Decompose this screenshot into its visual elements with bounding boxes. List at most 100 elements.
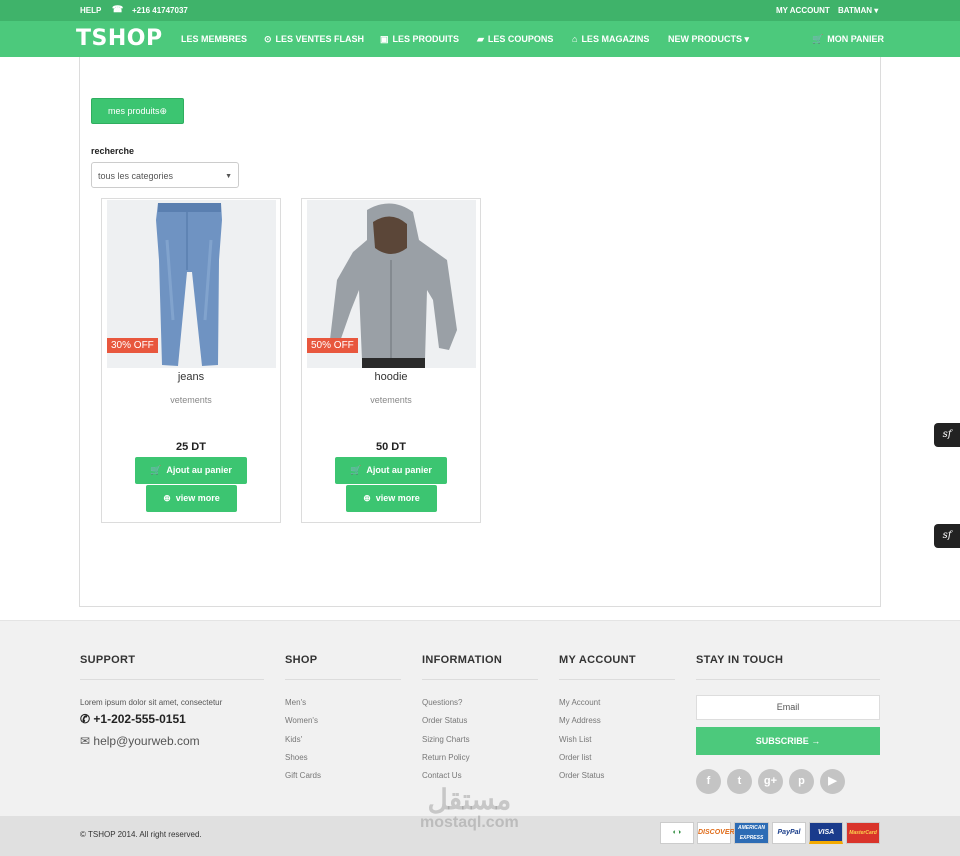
product-card: 50% OFF hoodie vetements 50 DT 🛒 Ajout a… bbox=[301, 198, 481, 523]
footer-link[interactable]: Shoes bbox=[285, 753, 321, 771]
box-icon: ▣ bbox=[380, 34, 389, 44]
footer-link[interactable]: Order Status bbox=[422, 716, 470, 734]
footer-stay-in-touch: STAY IN TOUCH Email SUBSCRIBE → f t g+ p… bbox=[696, 654, 880, 794]
zoom-icon: ⊕ bbox=[163, 493, 176, 503]
add-to-cart-label: Ajout au panier bbox=[166, 465, 232, 475]
nav-item-new-products[interactable]: NEW PRODUCTS ▾ bbox=[668, 34, 749, 45]
divider bbox=[80, 679, 264, 680]
product-name: hoodie bbox=[374, 371, 408, 383]
clock-icon: ⊙ bbox=[264, 34, 272, 44]
discount-badge: 30% OFF bbox=[107, 338, 158, 353]
category-select-value: tous les categories bbox=[98, 171, 174, 181]
nav-item-magazins[interactable]: ⌂ LES MAGAZINS bbox=[572, 34, 649, 44]
mastercard-icon: MasterCard bbox=[846, 822, 880, 844]
cart-icon: 🛒 bbox=[350, 465, 367, 475]
discount-badge: 50% OFF bbox=[307, 338, 358, 353]
nav-item-ventes-flash[interactable]: ⊙ LES VENTES FLASH bbox=[264, 34, 364, 45]
nav-item-label: NEW PRODUCTS ▾ bbox=[668, 34, 750, 44]
paypal-icon: PayPal bbox=[772, 822, 806, 844]
nav-item-produits[interactable]: ▣ LES PRODUITS bbox=[380, 34, 459, 45]
copyright: © TSHOP 2014. All right reserved. bbox=[80, 830, 202, 839]
symfony-toolbar-icon[interactable]: sf bbox=[934, 423, 960, 447]
nav-item-label: LES PRODUITS bbox=[392, 34, 460, 44]
nav-item-label: LES MAGAZINS bbox=[581, 34, 650, 44]
product-name: jeans bbox=[177, 371, 205, 383]
footer-information: INFORMATION Questions? Order Status Sizi… bbox=[422, 654, 538, 780]
support-email[interactable]: ✉ help@yourweb.com bbox=[80, 734, 200, 748]
phone-number: +216 41747037 bbox=[132, 6, 188, 15]
nav-item-label: LES COUPONS bbox=[487, 34, 554, 44]
watermark-arabic: مستقل bbox=[427, 784, 512, 815]
footer-link[interactable]: My Address bbox=[559, 716, 604, 734]
add-to-cart-label: Ajout au panier bbox=[366, 465, 432, 475]
footer-link[interactable]: Women's bbox=[285, 716, 321, 734]
envelope-icon: ✉ bbox=[80, 734, 94, 748]
product-image-jeans[interactable]: 30% OFF bbox=[107, 200, 276, 368]
help-link[interactable]: HELP bbox=[80, 6, 101, 15]
footer-link[interactable]: Men's bbox=[285, 698, 321, 716]
divider bbox=[285, 679, 401, 680]
product-category: vetements bbox=[370, 395, 412, 405]
nav-item-label: LES MEMBRES bbox=[181, 34, 248, 44]
footer-shop: SHOP Men's Women's Kids' Shoes Gift Card… bbox=[285, 654, 401, 780]
view-more-button[interactable]: ⊕ view more bbox=[146, 485, 237, 512]
nav-item-label: LES VENTES FLASH bbox=[275, 34, 365, 44]
view-more-label: view more bbox=[375, 493, 420, 503]
cart-icon: 🛒 bbox=[812, 34, 824, 44]
divider bbox=[422, 679, 538, 680]
view-more-button[interactable]: ⊕ view more bbox=[346, 485, 437, 512]
main-content: mes produits⊕ recherche tous les categor… bbox=[79, 57, 881, 607]
footer-link[interactable]: Order list bbox=[559, 753, 604, 771]
subscribe-button[interactable]: SUBSCRIBE → bbox=[696, 727, 880, 755]
ticket-icon: ▰ bbox=[477, 34, 484, 44]
zoom-icon: ⊕ bbox=[363, 493, 376, 503]
support-text: Lorem ipsum dolor sit amet, consectetur bbox=[80, 698, 223, 707]
footer-heading: MY ACCOUNT bbox=[559, 654, 636, 666]
footer-heading: INFORMATION bbox=[422, 654, 503, 666]
logo[interactable]: TSHOP bbox=[76, 26, 163, 51]
pinterest-icon[interactable]: p bbox=[789, 769, 814, 794]
category-select[interactable]: tous les categories ▼ bbox=[91, 162, 239, 188]
cart-icon: 🛒 bbox=[150, 465, 167, 475]
symfony-toolbar-icon[interactable]: sf bbox=[934, 524, 960, 548]
footer-heading: STAY IN TOUCH bbox=[696, 654, 784, 666]
footer-link[interactable]: Order Status bbox=[559, 771, 604, 789]
youtube-icon[interactable]: ▶ bbox=[820, 769, 845, 794]
footer-link[interactable]: My Account bbox=[559, 698, 604, 716]
home-icon: ⌂ bbox=[572, 34, 578, 44]
nav-item-coupons[interactable]: ▰ LES COUPONS bbox=[477, 34, 553, 45]
mes-produits-button[interactable]: mes produits⊕ bbox=[91, 98, 184, 124]
facebook-icon[interactable]: f bbox=[696, 769, 721, 794]
watermark: مستقل mostaql.com bbox=[420, 786, 519, 832]
footer-link[interactable]: Gift Cards bbox=[285, 771, 321, 789]
add-to-cart-button[interactable]: 🛒 Ajout au panier bbox=[335, 457, 447, 484]
footer-link[interactable]: Sizing Charts bbox=[422, 735, 470, 753]
phone-icon: ☎ bbox=[112, 4, 124, 14]
footer-link[interactable]: Return Policy bbox=[422, 753, 470, 771]
footer-heading: SHOP bbox=[285, 654, 318, 666]
nav-item-membres[interactable]: LES MEMBRES bbox=[181, 34, 247, 44]
top-bar: HELP ☎ +216 41747037 MY ACCOUNT BATMAN ▾ bbox=[0, 0, 960, 21]
caret-down-icon: ▼ bbox=[225, 173, 232, 180]
my-account-link[interactable]: MY ACCOUNT bbox=[776, 6, 830, 15]
footer-support: SUPPORT Lorem ipsum dolor sit amet, cons… bbox=[80, 654, 264, 748]
cart-link[interactable]: 🛒 MON PANIER bbox=[812, 34, 884, 45]
divider bbox=[696, 679, 880, 680]
watermark-url: mostaql.com bbox=[420, 814, 519, 831]
twitter-icon[interactable]: t bbox=[727, 769, 752, 794]
amex-icon: AMERICAN EXPRESS bbox=[734, 822, 769, 844]
product-price: 25 DT bbox=[176, 441, 206, 453]
footer-link[interactable]: Kids' bbox=[285, 735, 321, 753]
google-wallet-icon: ◐◑ bbox=[660, 822, 694, 844]
product-image-hoodie[interactable]: 50% OFF bbox=[307, 200, 476, 368]
user-menu[interactable]: BATMAN ▾ bbox=[838, 6, 878, 15]
add-to-cart-button[interactable]: 🛒 Ajout au panier bbox=[135, 457, 247, 484]
google-plus-icon[interactable]: g+ bbox=[758, 769, 783, 794]
search-label: recherche bbox=[91, 146, 135, 156]
footer-link[interactable]: Wish List bbox=[559, 735, 604, 753]
support-phone: ✆ +1-202-555-0151 bbox=[80, 712, 186, 726]
main-navbar: TSHOP LES MEMBRES ⊙ LES VENTES FLASH ▣ LES… bbox=[0, 21, 960, 57]
view-more-label: view more bbox=[175, 493, 220, 503]
newsletter-email-input[interactable]: Email bbox=[696, 695, 880, 720]
footer-link[interactable]: Questions? bbox=[422, 698, 470, 716]
